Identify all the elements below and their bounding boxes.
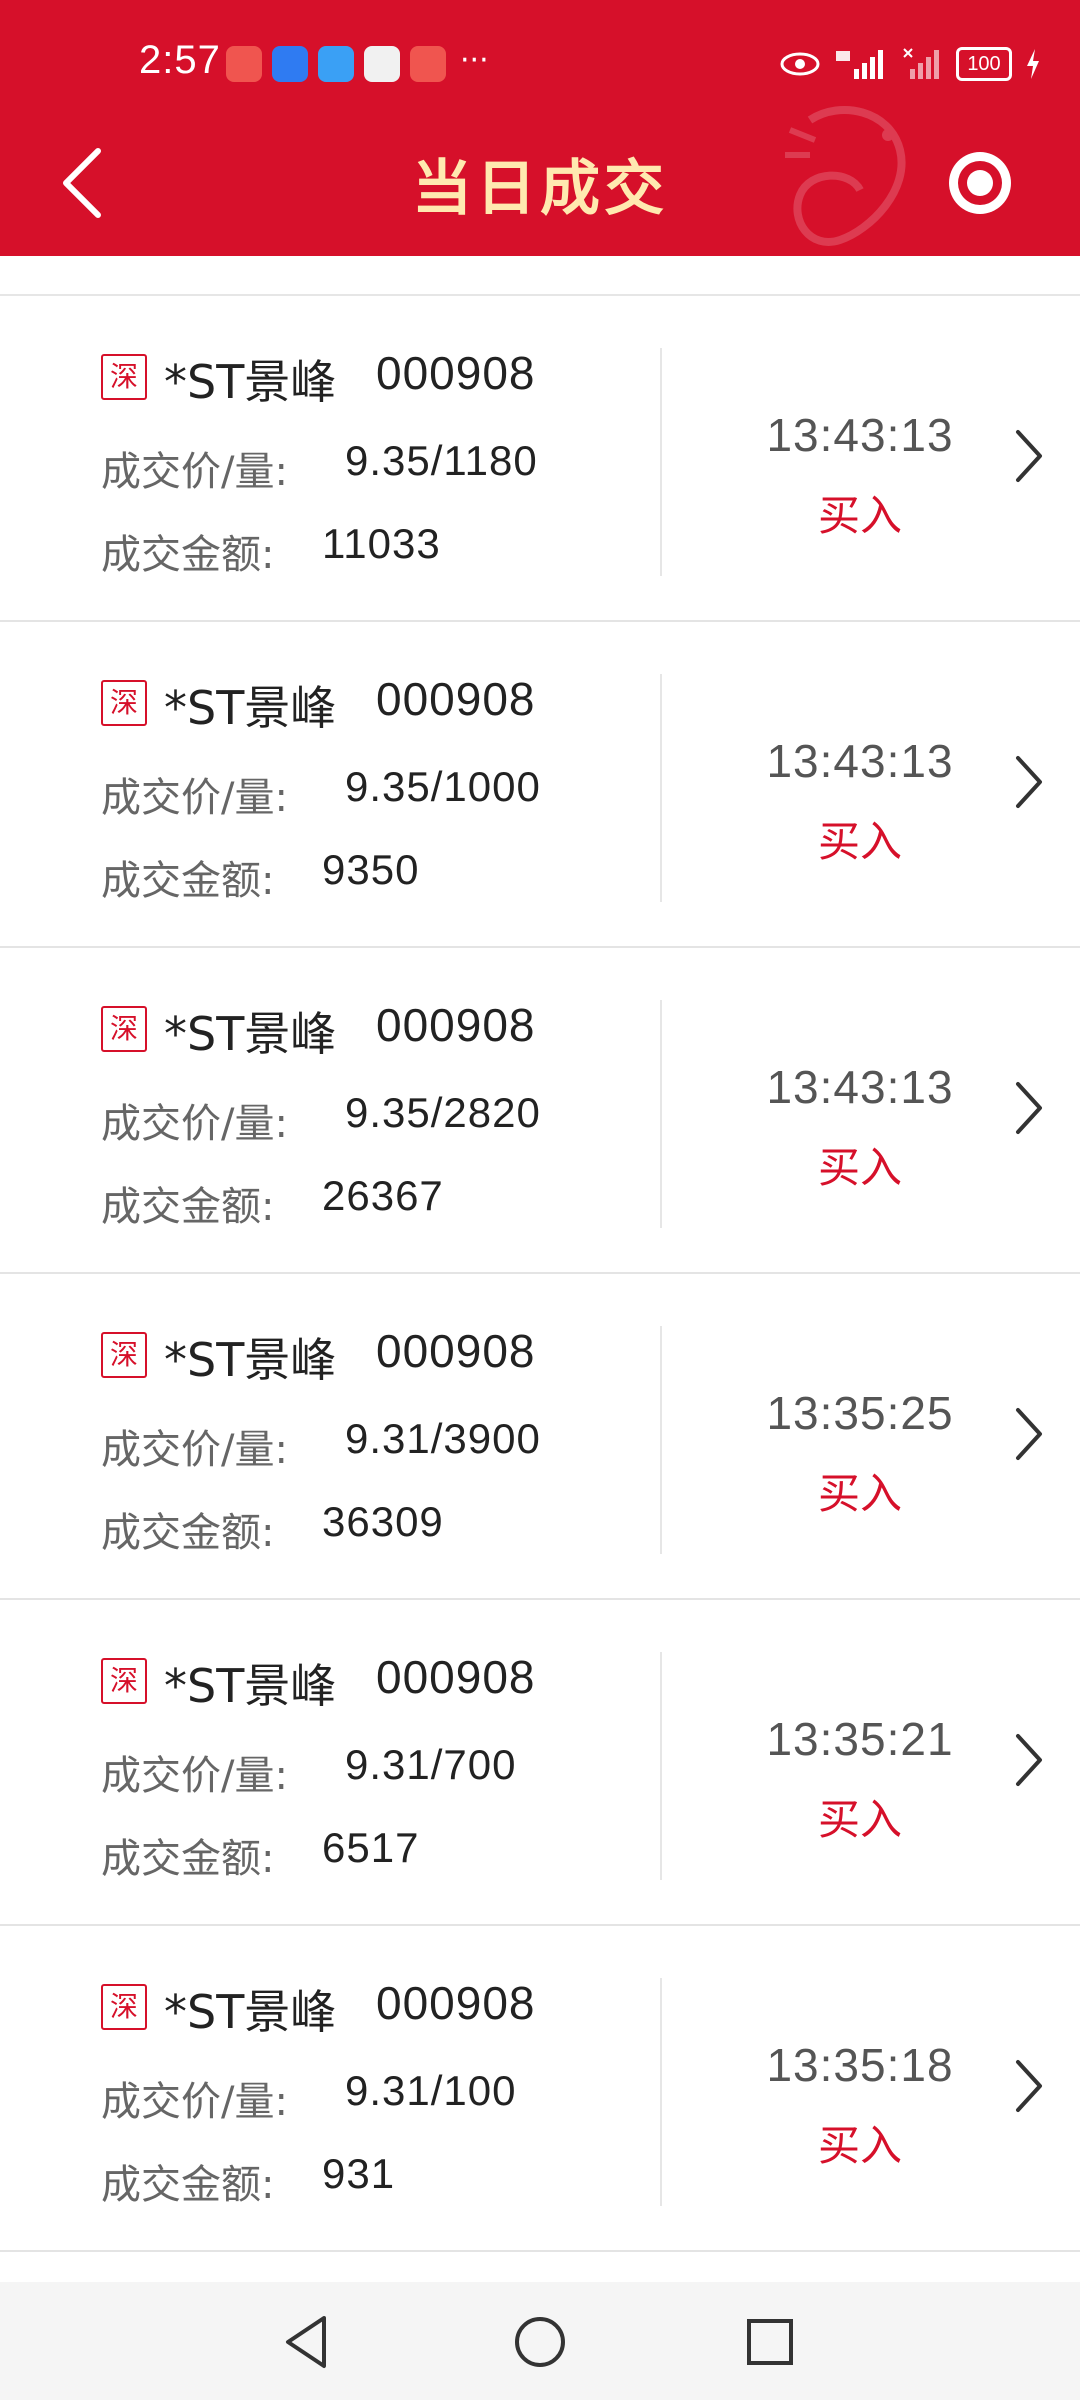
chevron-right-icon[interactable]	[1012, 426, 1046, 486]
row-divider	[660, 1978, 662, 2206]
trade-side: 买入	[817, 1469, 902, 1518]
stock-code: 000908	[376, 1325, 536, 1377]
amount-label: 成交金额:	[101, 858, 275, 904]
signal-secondary-icon	[903, 48, 939, 79]
stock-name: *ST景峰	[164, 1985, 337, 2039]
nav-home-circle-icon[interactable]	[510, 2312, 570, 2372]
chevron-right-icon[interactable]	[1012, 2056, 1046, 2116]
battery-indicator: 100	[956, 47, 1012, 81]
trade-side: 买入	[817, 491, 902, 540]
more-notifications-indicator: ···	[460, 43, 489, 78]
trade-time: 13:43:13	[766, 409, 954, 461]
weather-icon	[272, 46, 308, 82]
trade-time: 13:43:13	[766, 1061, 954, 1113]
list-top-spacer	[0, 256, 1080, 296]
trade-row[interactable]: 深 *ST景峰 000908 成交价/量: 9.35/1180 成交金额: 11…	[0, 296, 1080, 622]
trade-row[interactable]: 深 *ST景峰 000908 成交价/量: 9.31/700 成交金额: 651…	[0, 1600, 1080, 1926]
row-divider	[660, 1326, 662, 1554]
market-tag: 深	[101, 354, 147, 400]
price-qty-value: 9.35/2820	[345, 1089, 541, 1136]
row-divider	[660, 674, 662, 902]
nav-recents-square-icon[interactable]	[740, 2312, 800, 2372]
system-nav-bar	[0, 2282, 1080, 2400]
amount-label: 成交金额:	[101, 1510, 275, 1556]
trade-row[interactable]: 深 *ST景峰 000908 成交价/量: 9.35/1000 成交金额: 93…	[0, 622, 1080, 948]
stock-name: *ST景峰	[164, 1333, 337, 1387]
row-divider	[660, 348, 662, 576]
trade-side: 买入	[817, 2121, 902, 2170]
price-qty-value: 9.31/3900	[345, 1415, 541, 1462]
nav-back-triangle-icon[interactable]	[278, 2312, 338, 2372]
huawei-store-icon	[226, 46, 262, 82]
amount-value: 6517	[322, 1824, 420, 1871]
trade-side: 买入	[817, 817, 902, 866]
huawei-store-icon	[410, 46, 446, 82]
price-qty-value: 9.31/700	[345, 1741, 517, 1788]
row-divider	[660, 1652, 662, 1880]
trade-time: 13:43:13	[766, 735, 954, 787]
stock-code: 000908	[376, 999, 536, 1051]
trade-row[interactable]: 深 *ST景峰 000908 成交价/量: 9.31/3900 成交金额: 36…	[0, 1274, 1080, 1600]
chevron-right-icon[interactable]	[1012, 1078, 1046, 1138]
trade-side: 买入	[817, 1795, 902, 1844]
trade-time: 13:35:21	[766, 1713, 954, 1765]
price-qty-value: 9.31/100	[345, 2067, 517, 2114]
row-divider	[660, 1000, 662, 1228]
price-qty-label: 成交价/量:	[101, 449, 288, 495]
eye-comfort-icon	[780, 52, 820, 76]
amount-label: 成交金额:	[101, 1836, 275, 1882]
stock-name: *ST景峰	[164, 355, 337, 409]
system-icons: 100	[780, 44, 1040, 84]
stock-name: *ST景峰	[164, 1659, 337, 1713]
market-tag: 深	[101, 680, 147, 726]
amount-label: 成交金额:	[101, 2162, 275, 2208]
market-tag: 深	[101, 1332, 147, 1378]
trade-row[interactable]: 深 *ST景峰 000908 成交价/量: 9.31/100 成交金额: 931…	[0, 1926, 1080, 2252]
price-qty-label: 成交价/量:	[101, 1101, 288, 1147]
dragon-watermark-icon	[785, 106, 906, 246]
cloud-icon	[318, 46, 354, 82]
chevron-right-icon[interactable]	[1012, 1404, 1046, 1464]
status-clock: 2:57	[139, 38, 221, 82]
price-qty-value: 9.35/1180	[345, 437, 538, 484]
amount-value: 11033	[322, 520, 441, 567]
amount-value: 9350	[322, 846, 420, 893]
price-qty-value: 9.35/1000	[345, 763, 541, 810]
trade-row[interactable]: 深 *ST景峰 000908 成交价/量: 9.35/2820 成交金额: 26…	[0, 948, 1080, 1274]
chevron-right-icon[interactable]	[1012, 752, 1046, 812]
trade-side: 买入	[817, 1143, 902, 1192]
reader-icon	[364, 46, 400, 82]
price-qty-label: 成交价/量:	[101, 775, 288, 821]
amount-label: 成交金额:	[101, 1184, 275, 1230]
stock-code: 000908	[376, 1651, 536, 1703]
market-tag: 深	[101, 1658, 147, 1704]
amount-value: 931	[322, 2150, 396, 2197]
trade-list: 深 *ST景峰 000908 成交价/量: 9.35/1180 成交金额: 11…	[0, 256, 1080, 2252]
stock-code: 000908	[376, 347, 536, 399]
stock-code: 000908	[376, 673, 536, 725]
stock-code: 000908	[376, 1977, 536, 2029]
stock-name: *ST景峰	[164, 681, 337, 735]
amount-value: 26367	[322, 1172, 444, 1219]
price-qty-label: 成交价/量:	[101, 2079, 288, 2125]
record-target-icon[interactable]	[945, 148, 1015, 218]
stock-name: *ST景峰	[164, 1007, 337, 1061]
signal-5g-icon	[836, 50, 883, 79]
price-qty-label: 成交价/量:	[101, 1427, 288, 1473]
notification-icons: ···	[226, 46, 489, 84]
market-tag: 深	[101, 1006, 147, 1052]
trade-time: 13:35:18	[766, 2039, 954, 2091]
amount-value: 36309	[322, 1498, 444, 1545]
trade-time: 13:35:25	[766, 1387, 954, 1439]
market-tag: 深	[101, 1984, 147, 2030]
price-qty-label: 成交价/量:	[101, 1753, 288, 1799]
app-header: 2:57 ··· 100 当日成交	[0, 0, 1080, 256]
amount-label: 成交金额:	[101, 532, 275, 578]
chevron-right-icon[interactable]	[1012, 1730, 1046, 1790]
charging-icon	[1027, 49, 1039, 79]
